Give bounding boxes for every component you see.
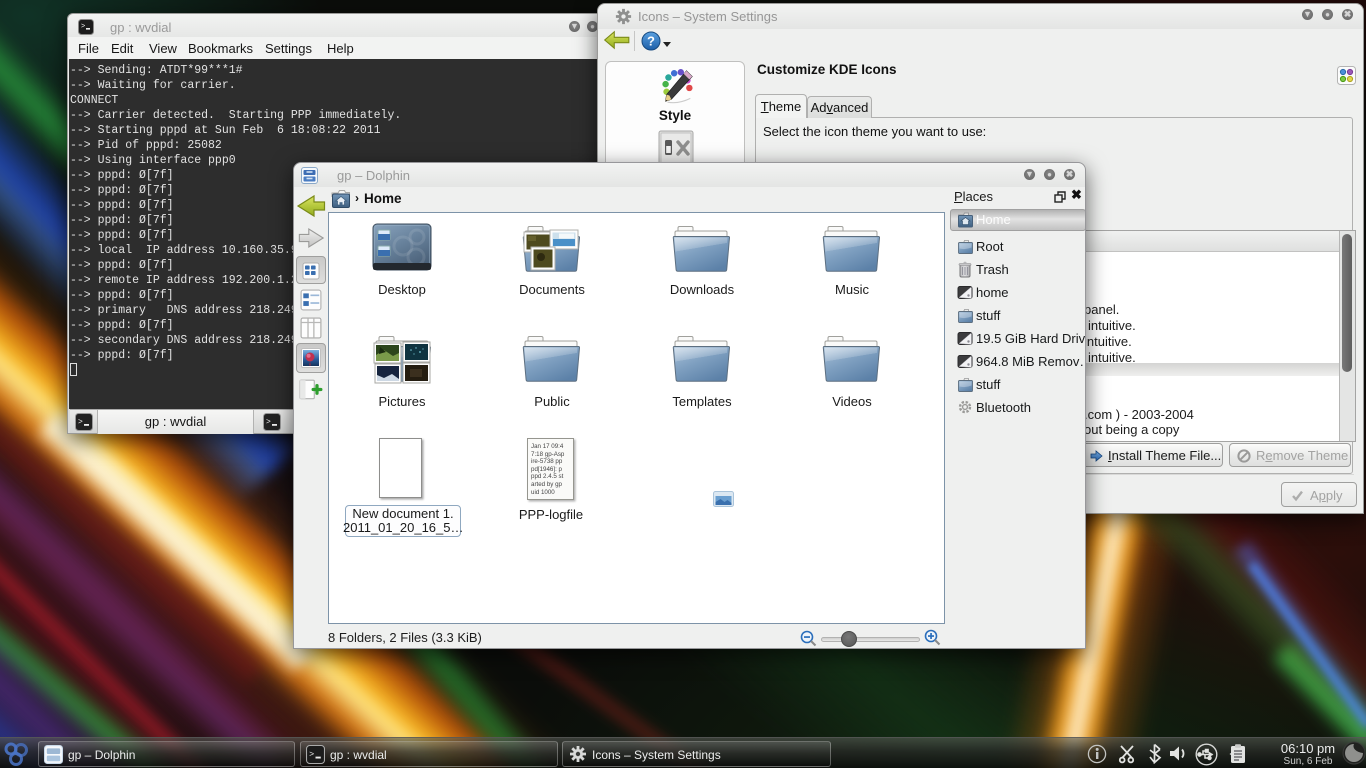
svg-text:?: ? bbox=[647, 34, 655, 49]
svg-text:>: > bbox=[78, 418, 83, 427]
svg-text:>: > bbox=[309, 749, 314, 759]
svg-text:>: > bbox=[81, 23, 85, 31]
svg-text:>: > bbox=[266, 418, 271, 427]
